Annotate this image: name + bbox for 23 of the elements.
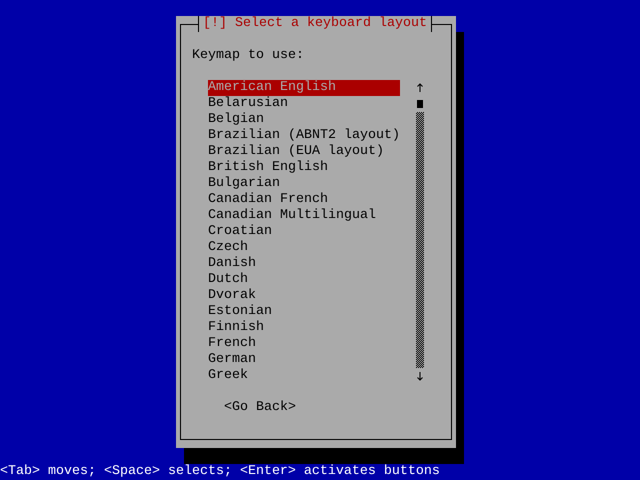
keymap-item[interactable]: German xyxy=(208,352,400,368)
keymap-item[interactable]: Estonian xyxy=(208,304,400,320)
keymap-item[interactable]: Czech xyxy=(208,240,400,256)
dialog-title: [!] Select a keyboard layout xyxy=(198,16,432,32)
keymap-item[interactable]: Canadian French xyxy=(208,192,400,208)
keymap-item[interactable]: Bulgarian xyxy=(208,176,400,192)
keymap-item[interactable]: Danish xyxy=(208,256,400,272)
keymap-item[interactable]: Dvorak xyxy=(208,288,400,304)
keymap-item[interactable]: Croatian xyxy=(208,224,400,240)
keymap-item[interactable]: Belgian xyxy=(208,112,400,128)
keymap-item[interactable]: Greek xyxy=(208,368,400,384)
keymap-item[interactable]: British English xyxy=(208,160,400,176)
keymap-item[interactable]: Brazilian (ABNT2 layout) xyxy=(208,128,400,144)
keymap-item[interactable]: Belarusian xyxy=(208,96,400,112)
prompt-label: Keymap to use: xyxy=(192,48,305,64)
status-bar-hint: <Tab> moves; <Space> selects; <Enter> activates buttons xyxy=(0,464,440,480)
keymap-item[interactable]: Dutch xyxy=(208,272,400,288)
go-back-button[interactable]: <Go Back> xyxy=(224,400,296,416)
keymap-item[interactable]: Brazilian (EUA layout) xyxy=(208,144,400,160)
keymap-item[interactable]: Finnish xyxy=(208,320,400,336)
keymap-item[interactable]: Canadian Multilingual xyxy=(208,208,400,224)
scrollbar-thumb[interactable] xyxy=(417,100,423,108)
keymap-item[interactable]: French xyxy=(208,336,400,352)
